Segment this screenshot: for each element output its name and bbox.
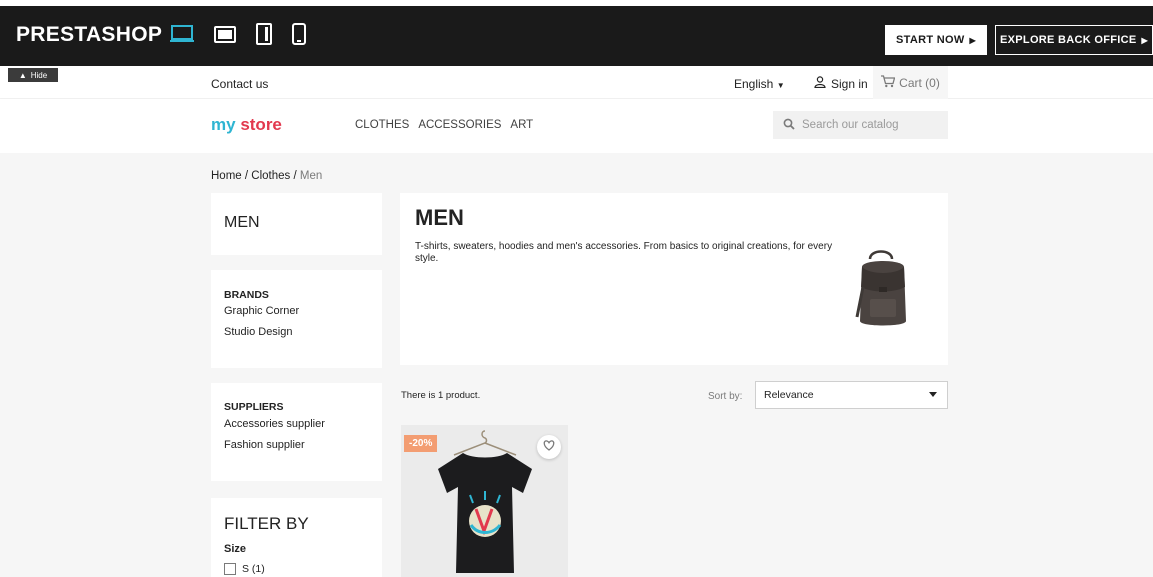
breadcrumb-clothes[interactable]: Clothes — [251, 170, 290, 182]
main-nav: my store CLOTHES ACCESSORIES ART Search … — [0, 99, 1153, 153]
breadcrumb: Home / Clothes / Men — [211, 170, 322, 182]
user-icon — [814, 76, 826, 91]
filter-size-title: Size — [224, 543, 247, 555]
category-header: MEN T-shirts, sweaters, hoodies and men'… — [400, 193, 948, 365]
brand-link[interactable]: Studio Design — [224, 326, 293, 338]
prestashop-logo[interactable]: PRESTASHOP — [16, 23, 162, 47]
tablet-portrait-icon[interactable] — [256, 23, 272, 50]
hide-button[interactable]: ▲ Hide — [8, 68, 58, 82]
desktop-icon[interactable] — [170, 25, 194, 48]
device-switcher — [170, 23, 306, 50]
main-content: Home / Clothes / Men MEN BRANDS Graphic … — [0, 153, 1153, 577]
cart-button[interactable]: Cart (0) — [873, 66, 948, 99]
sign-in-link[interactable]: Sign in — [814, 76, 868, 91]
breadcrumb-home[interactable]: Home — [211, 170, 242, 182]
brands-title[interactable]: BRANDS — [224, 289, 269, 301]
sign-in-label: Sign in — [831, 76, 868, 91]
search-icon — [783, 118, 795, 133]
search-input[interactable]: Search our catalog — [773, 111, 948, 139]
brand-link[interactable]: Graphic Corner — [224, 305, 299, 317]
caret-down-icon — [929, 392, 937, 397]
language-selector[interactable]: English ▼ — [734, 77, 785, 91]
supplier-link[interactable]: Fashion supplier — [224, 439, 305, 451]
product-count: There is 1 product. — [401, 390, 481, 401]
sort-select-value: Relevance — [764, 389, 814, 401]
wishlist-button[interactable] — [537, 435, 561, 459]
category-block-title[interactable]: MEN — [224, 214, 260, 232]
menu-item-clothes[interactable]: CLOTHES — [355, 119, 409, 131]
checkbox[interactable] — [224, 563, 236, 575]
cart-label: Cart (0) — [899, 75, 940, 90]
chevron-up-icon: ▲ — [18, 70, 27, 80]
start-now-button[interactable]: START NOW ▶ — [885, 25, 987, 55]
header-nav: Contact us English ▼ Sign in Cart (0) — [0, 66, 1153, 99]
demo-toolbar: PRESTASHOP START NOW ▶ EXPLORE BACK OFFI… — [0, 6, 1153, 66]
supplier-link[interactable]: Accessories supplier — [224, 418, 325, 430]
caret-right-icon: ▶ — [1141, 35, 1148, 45]
category-description: T-shirts, sweaters, hoodies and men's ac… — [415, 241, 833, 264]
product-card[interactable]: -20% — [401, 425, 568, 577]
search-placeholder: Search our catalog — [802, 119, 899, 131]
category-block: MEN — [211, 193, 382, 255]
filter-title: FILTER BY — [224, 514, 309, 533]
store-logo-my: my — [211, 115, 236, 134]
explore-back-office-button[interactable]: EXPLORE BACK OFFICE ▶ — [995, 25, 1153, 55]
breadcrumb-separator: / — [244, 170, 249, 182]
filter-size-option[interactable]: S (1) — [224, 563, 265, 575]
store-logo-store: store — [240, 115, 282, 134]
brands-block: BRANDS Graphic Corner Studio Design — [211, 270, 382, 368]
cart-icon — [881, 74, 896, 91]
language-label: English — [734, 77, 774, 91]
caret-down-icon: ▼ — [776, 81, 785, 90]
suppliers-block: SUPPLIERS Accessories supplier Fashion s… — [211, 383, 382, 481]
filter-block: FILTER BY Size S (1) — [211, 498, 382, 577]
menu-item-accessories[interactable]: ACCESSORIES — [418, 119, 501, 131]
category-menu: CLOTHES ACCESSORIES ART — [355, 119, 533, 131]
discount-badge: -20% — [404, 435, 438, 452]
suppliers-title[interactable]: SUPPLIERS — [224, 401, 284, 413]
contact-link[interactable]: Contact us — [211, 77, 268, 91]
product-image — [426, 425, 544, 577]
breadcrumb-separator: / — [293, 170, 297, 182]
category-image — [848, 247, 918, 336]
breadcrumb-current: Men — [299, 170, 323, 182]
caret-right-icon: ▶ — [969, 35, 976, 45]
store-logo[interactable]: my store — [211, 115, 282, 135]
mobile-icon[interactable] — [292, 23, 306, 50]
filter-size-option-label: S (1) — [242, 563, 265, 575]
sort-select[interactable]: Relevance — [755, 381, 948, 409]
category-title: MEN — [415, 205, 464, 230]
heart-icon — [543, 438, 555, 456]
menu-item-art[interactable]: ART — [510, 119, 533, 131]
explore-back-office-label: EXPLORE BACK OFFICE — [1000, 34, 1137, 46]
start-now-label: START NOW — [896, 34, 965, 46]
sort-by-label: Sort by: — [708, 391, 743, 402]
tablet-landscape-icon[interactable] — [214, 25, 236, 48]
hide-label: Hide — [30, 70, 48, 80]
